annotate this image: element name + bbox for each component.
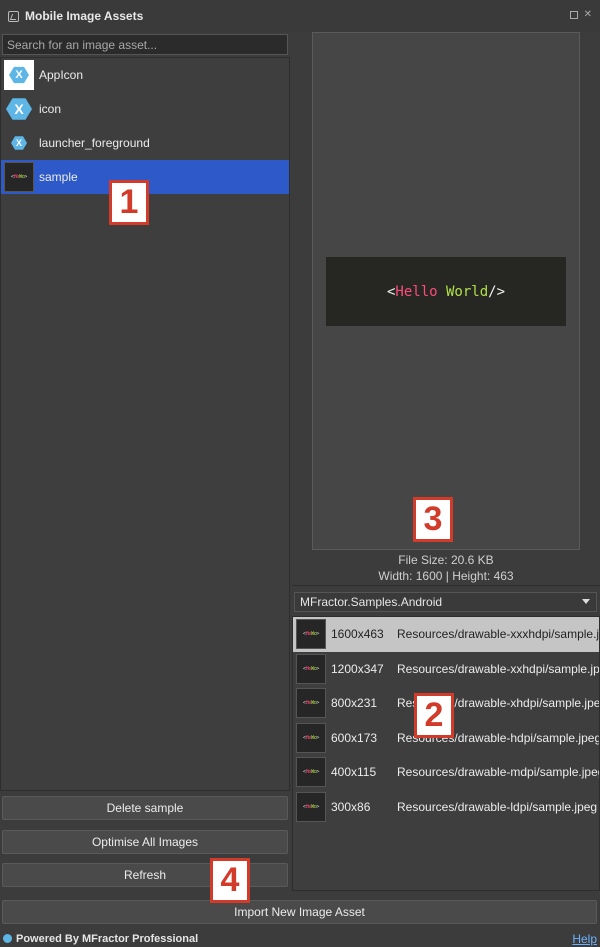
restore-icon[interactable]	[569, 11, 578, 19]
xamarin-icon: X	[4, 94, 34, 124]
search-input[interactable]	[2, 34, 288, 55]
footer: Powered By MFractor Professional Help	[0, 930, 600, 947]
hello-world-thumbnail-icon: <HeWo>	[296, 653, 326, 684]
hello-world-thumbnail-icon: <HeWo>	[296, 688, 326, 719]
delete-asset-button[interactable]: Delete sample	[2, 796, 288, 820]
density-dimensions: 800x231	[331, 696, 378, 711]
hello-world-thumbnail-icon: <HeWo>	[4, 162, 34, 192]
density-row[interactable]: <HeWo> 1200x347 Resources/drawable-xxhdp…	[293, 652, 599, 687]
density-row[interactable]: <HeWo> 400x115 Resources/drawable-mdpi/s…	[293, 755, 599, 790]
asset-label: icon	[39, 102, 62, 116]
help-link[interactable]: Help	[572, 932, 597, 946]
image-preview: < Hello World/>	[312, 32, 580, 550]
asset-label: AppIcon	[39, 68, 84, 82]
density-path: Resources/drawable-xxhdpi/sample.jpeg	[397, 661, 600, 676]
density-dimensions: 1600x463	[331, 627, 384, 642]
xamarin-icon: X	[4, 60, 34, 90]
file-size-label: File Size: 20.6 KB	[398, 553, 494, 567]
xamarin-icon: X	[4, 128, 34, 158]
divider	[292, 585, 600, 586]
mfractor-logo-icon	[3, 934, 12, 943]
density-path: Resources/drawable-ldpi/sample.jpeg	[397, 799, 598, 814]
density-path: Resources/drawable-xxxhdpi/sample.jpeg	[397, 627, 600, 642]
image-icon	[8, 10, 19, 22]
asset-item-launcher-foreground[interactable]: X launcher_foreground	[1, 126, 289, 160]
density-row[interactable]: <HeWo> 1600x463 Resources/drawable-xxxhd…	[293, 617, 599, 652]
density-dimensions: 300x86	[331, 799, 371, 814]
asset-label: launcher_foreground	[39, 136, 150, 150]
density-dimensions: 400x115	[331, 765, 377, 780]
asset-item-appicon[interactable]: X AppIcon	[1, 58, 289, 92]
callout-3: 3	[413, 497, 453, 542]
density-dimensions: 1200x347	[331, 661, 384, 676]
project-select-value: MFractor.Samples.Android	[300, 595, 443, 609]
window-title: Mobile Image Assets	[25, 9, 144, 23]
callout-4: 4	[210, 858, 250, 903]
close-icon[interactable]: ✕	[584, 10, 592, 20]
density-row[interactable]: <HeWo> 300x86 Resources/drawable-ldpi/sa…	[293, 790, 599, 825]
powered-by-label: Powered By MFractor Professional	[16, 932, 199, 945]
hello-world-thumbnail-icon: <HeWo>	[296, 722, 326, 753]
chevron-down-icon	[582, 599, 590, 604]
density-list: <HeWo> 1600x463 Resources/drawable-xxxhd…	[292, 616, 600, 891]
callout-2: 2	[414, 693, 454, 738]
image-dimensions-label: Width: 1600 | Height: 463	[378, 569, 514, 583]
asset-label: sample	[39, 170, 78, 184]
hello-world-thumbnail-icon: <HeWo>	[296, 757, 326, 788]
density-path: Resources/drawable-mdpi/sample.jpeg	[397, 765, 600, 780]
optimise-all-images-button[interactable]: Optimise All Images	[2, 830, 288, 854]
import-image-asset-button[interactable]: Import New Image Asset	[2, 900, 597, 924]
density-dimensions: 600x173	[331, 730, 378, 745]
preview-image: < Hello World/>	[326, 257, 566, 326]
hello-world-thumbnail-icon: <HeWo>	[296, 791, 326, 822]
project-select[interactable]: MFractor.Samples.Android	[294, 592, 597, 612]
asset-item-icon[interactable]: X icon	[1, 92, 289, 126]
hello-world-thumbnail-icon: <HeWo>	[296, 619, 326, 650]
callout-1: 1	[109, 180, 149, 225]
asset-list: X AppIcon X icon X launcher_foreground <…	[0, 57, 290, 791]
title-bar: Mobile Image Assets ✕	[0, 0, 600, 32]
window-controls: ✕	[569, 10, 592, 20]
